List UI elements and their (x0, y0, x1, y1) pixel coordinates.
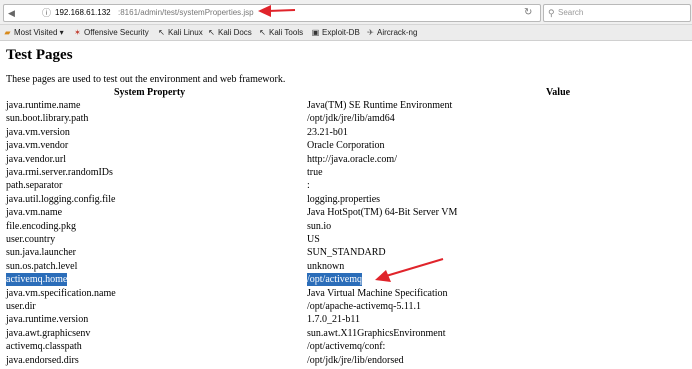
annotation-arrows (258, 5, 444, 282)
arrow-to-activemq-home (375, 258, 444, 282)
arrow-to-url (258, 5, 296, 17)
